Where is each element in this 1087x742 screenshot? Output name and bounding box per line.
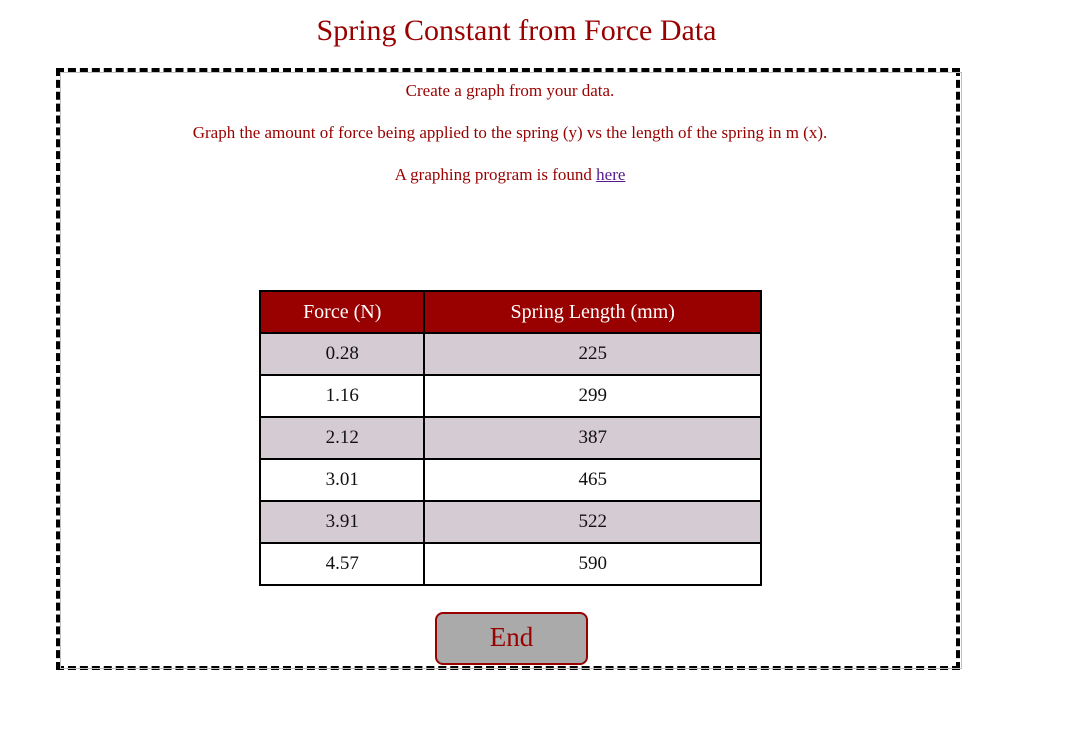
header-spring-length: Spring Length (mm) [423, 290, 762, 334]
length-cell: 522 [423, 500, 762, 544]
table-row: 3.01 465 [258, 458, 762, 502]
table-row: 2.12 387 [258, 416, 762, 460]
end-button[interactable]: End [435, 612, 588, 665]
force-data-table: Force (N) Spring Length (mm) 0.28 225 1.… [258, 290, 762, 586]
instruction-graph-axes: Graph the amount of force being applied … [192, 123, 828, 142]
force-cell: 1.16 [258, 374, 426, 418]
force-cell: 4.57 [258, 542, 426, 586]
force-cell: 3.91 [258, 500, 426, 544]
force-cell: 0.28 [258, 332, 426, 376]
page-title: Spring Constant from Force Data [316, 14, 717, 47]
force-cell: 2.12 [258, 416, 426, 460]
length-cell: 299 [423, 374, 762, 418]
length-cell: 590 [423, 542, 762, 586]
instruction-graphing-program: A graphing program is found here [60, 165, 960, 185]
force-cell: 3.01 [258, 458, 426, 502]
table-row: 4.57 590 [258, 542, 762, 586]
length-cell: 225 [423, 332, 762, 376]
header-force: Force (N) [258, 290, 426, 334]
table-row: 3.91 522 [258, 500, 762, 544]
graphing-program-text: A graphing program is found [394, 165, 597, 184]
instruction-create-graph: Create a graph from your data. [405, 81, 615, 100]
graphing-program-link[interactable]: here [596, 165, 625, 184]
length-cell: 387 [423, 416, 762, 460]
length-cell: 465 [423, 458, 762, 502]
table-row: 1.16 299 [258, 374, 762, 418]
table-row: 0.28 225 [258, 332, 762, 376]
table-header-row: Force (N) Spring Length (mm) [258, 290, 762, 334]
